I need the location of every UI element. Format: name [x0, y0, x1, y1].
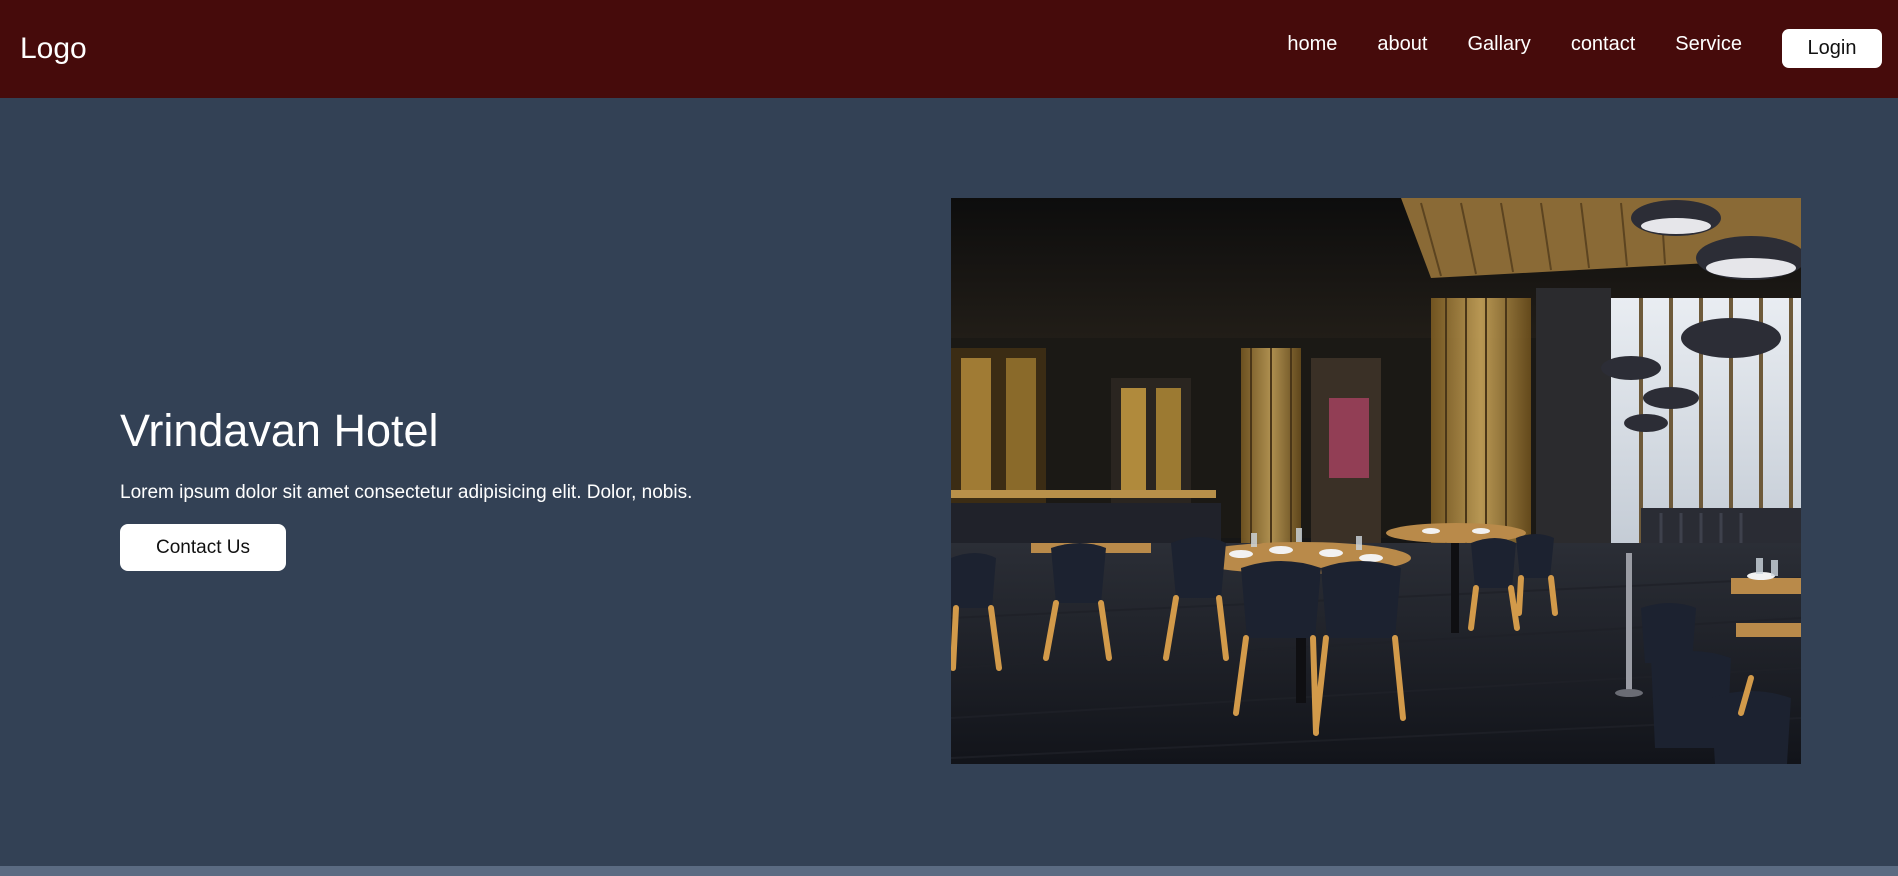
nav-link-gallary[interactable]: Gallary: [1467, 33, 1530, 55]
logo[interactable]: Logo: [20, 30, 87, 68]
hero-section: Vrindavan Hotel Lorem ipsum dolor sit am…: [0, 98, 1898, 866]
restaurant-interior-image: [951, 198, 1801, 764]
nav-item-home: home: [1287, 30, 1337, 58]
page-bottom-strip: [0, 866, 1898, 876]
nav-item-service: Service: [1675, 30, 1742, 58]
hero-description: Lorem ipsum dolor sit amet consectetur a…: [120, 482, 693, 503]
nav-link-service[interactable]: Service: [1675, 33, 1742, 55]
nav-menu: home about Gallary contact Service: [1287, 30, 1742, 58]
nav-link-about[interactable]: about: [1377, 33, 1427, 55]
navbar: Logo home about Gallary contact Service …: [0, 0, 1898, 98]
nav-item-about: about: [1377, 30, 1427, 58]
nav-link-contact[interactable]: contact: [1571, 33, 1635, 55]
hero-title: Vrindavan Hotel: [120, 405, 439, 456]
restaurant-photo-illustration: [951, 198, 1801, 764]
nav-item-contact: contact: [1571, 30, 1635, 58]
login-button[interactable]: Login: [1782, 29, 1882, 68]
contact-us-button[interactable]: Contact Us: [120, 524, 286, 571]
nav-item-gallary: Gallary: [1467, 30, 1530, 58]
nav-link-home[interactable]: home: [1287, 33, 1337, 55]
